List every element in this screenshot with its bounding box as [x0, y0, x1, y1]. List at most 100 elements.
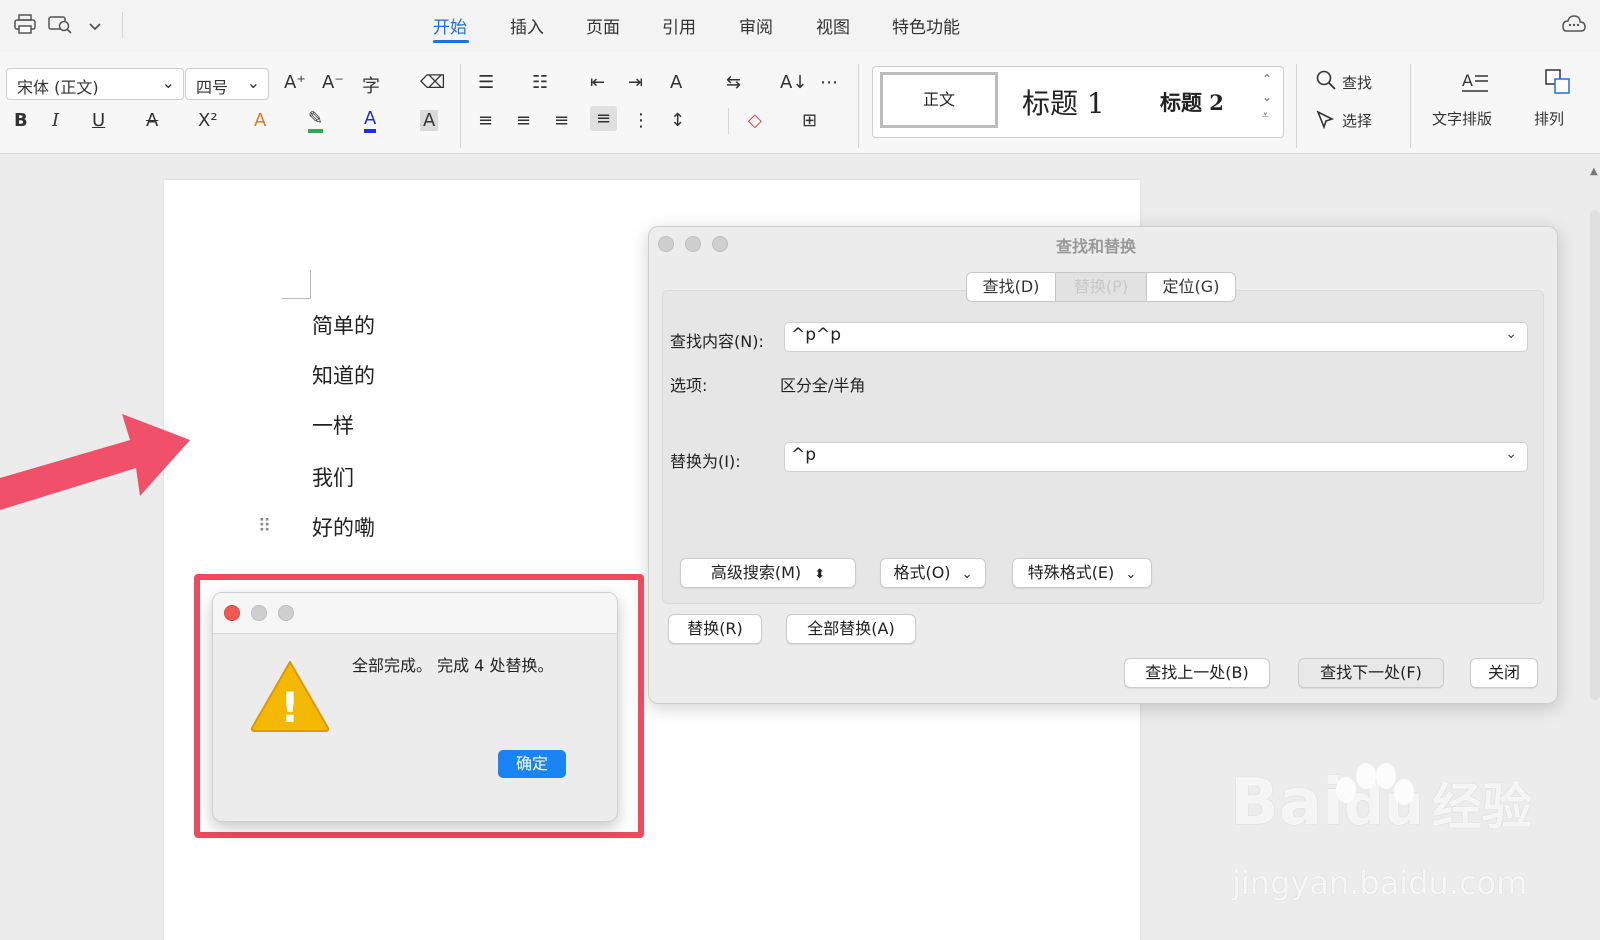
arrange-label[interactable]: 排列: [1534, 108, 1564, 129]
text-layout-label[interactable]: 文字排版: [1432, 108, 1492, 129]
chevron-down-icon[interactable]: ⌄: [1505, 446, 1517, 462]
tab-find[interactable]: 查找(D): [966, 272, 1056, 302]
drag-handle-icon[interactable]: ⠿: [258, 516, 271, 537]
clear-format-icon[interactable]: ⌫: [420, 72, 445, 93]
replace-button[interactable]: 替换(R): [668, 614, 762, 644]
find-what-input[interactable]: ^p^p ⌄: [784, 322, 1528, 352]
print-preview-icon[interactable]: [48, 14, 74, 39]
tab-view[interactable]: 视图: [816, 13, 850, 38]
shading-icon[interactable]: ◇: [748, 110, 762, 131]
divider: [1410, 64, 1411, 148]
print-icon[interactable]: [14, 14, 36, 39]
char-shading-icon[interactable]: A: [420, 110, 439, 131]
find-previous-button[interactable]: 查找上一处(B): [1124, 658, 1270, 688]
tab-insert[interactable]: 插入: [510, 13, 544, 38]
tab-page[interactable]: 页面: [586, 13, 620, 38]
distributed-icon[interactable]: ⋯: [820, 72, 838, 93]
sort-icon[interactable]: A↓: [780, 72, 807, 93]
select-icon[interactable]: [1316, 110, 1336, 134]
text-layout-icon[interactable]: A: [1460, 70, 1490, 100]
font-color-icon[interactable]: A: [364, 108, 377, 133]
pointer-arrow-icon: [0, 414, 190, 510]
svg-text:A: A: [1462, 71, 1473, 90]
window-zoom-button[interactable]: [712, 236, 728, 252]
document-line[interactable]: 好的嘞: [312, 512, 375, 542]
font-name-select[interactable]: 宋体 (正文) ⌄: [6, 68, 184, 100]
borders-icon[interactable]: ⊞: [802, 110, 817, 131]
warning-mark: !: [280, 683, 299, 732]
window-close-button[interactable]: [224, 605, 240, 621]
find-what-value: ^p^p: [791, 325, 842, 345]
phonetic-guide-icon[interactable]: 字: [362, 72, 380, 98]
window-close-button[interactable]: [658, 236, 674, 252]
document-line[interactable]: 一样: [312, 410, 354, 440]
scroll-up-icon[interactable]: ▲: [1590, 166, 1598, 177]
underline-icon[interactable]: U: [92, 110, 105, 131]
chevron-down-icon[interactable]: [88, 16, 102, 37]
chevron-down-icon: ⌄: [961, 567, 973, 582]
text-direction-icon[interactable]: A: [670, 72, 682, 93]
window-minimize-button: [251, 605, 267, 621]
italic-icon[interactable]: I: [52, 110, 59, 131]
text-effect-icon[interactable]: A: [254, 110, 266, 131]
distribute-paragraph-icon[interactable]: ⋮: [632, 110, 650, 131]
grow-font-icon[interactable]: A⁺: [284, 72, 306, 93]
advanced-search-button[interactable]: 高级搜索(M) ⬍: [680, 558, 856, 588]
justify-icon[interactable]: ≡: [590, 106, 618, 131]
font-size-select[interactable]: 四号 ⌄: [185, 68, 269, 100]
window-zoom-button: [278, 605, 294, 621]
find-next-button[interactable]: 查找下一处(F): [1298, 658, 1444, 688]
swap-icon[interactable]: ⇆: [726, 72, 741, 93]
find-label[interactable]: 查找: [1342, 72, 1372, 93]
style-heading1[interactable]: 标题 1: [1022, 82, 1105, 122]
chevron-down-icon[interactable]: ⌄: [1505, 326, 1517, 342]
replace-with-value: ^p: [791, 445, 817, 465]
tab-review[interactable]: 审阅: [739, 13, 773, 38]
chevron-down-icon: ⌄: [1125, 567, 1137, 582]
align-center-icon[interactable]: ≡: [516, 110, 531, 131]
find-icon[interactable]: [1316, 70, 1336, 94]
arrange-icon[interactable]: [1544, 68, 1572, 100]
divider: [122, 12, 123, 38]
advanced-search-label: 高级搜索(M): [710, 563, 802, 582]
bold-icon[interactable]: B: [14, 110, 28, 131]
line-spacing-icon[interactable]: ↕: [670, 110, 685, 131]
document-line[interactable]: 简单的: [312, 310, 375, 340]
tab-home[interactable]: 开始: [433, 13, 467, 38]
tab-references[interactable]: 引用: [662, 13, 696, 38]
replace-all-button[interactable]: 全部替换(A): [786, 614, 916, 644]
style-heading2[interactable]: 标题 2: [1160, 87, 1224, 117]
superscript-icon[interactable]: X²: [198, 110, 218, 131]
vertical-scrollbar[interactable]: [1590, 210, 1600, 700]
menu-bar: 开始 插入 页面 引用 审阅 视图 特色功能: [0, 0, 1600, 53]
numbered-list-icon[interactable]: ☷: [532, 72, 548, 93]
format-button[interactable]: 格式(O) ⌄: [880, 558, 986, 588]
bullet-list-icon[interactable]: ☰: [478, 72, 494, 93]
style-normal[interactable]: 正文: [880, 72, 998, 128]
style-scroll-arrows[interactable]: ⌃ ⌄ ⩡: [1262, 70, 1272, 124]
window-minimize-button[interactable]: [685, 236, 701, 252]
tab-goto[interactable]: 定位(G): [1146, 272, 1236, 302]
highlight-color-icon[interactable]: ✎: [308, 108, 324, 133]
increase-indent-icon[interactable]: ⇥: [628, 72, 643, 93]
document-line[interactable]: 我们: [312, 462, 354, 492]
chevron-down-icon: ⌄: [246, 73, 260, 92]
decrease-indent-icon[interactable]: ⇤: [590, 72, 605, 93]
align-left-icon[interactable]: ≡: [478, 110, 493, 131]
select-label[interactable]: 选择: [1342, 110, 1372, 131]
ok-button[interactable]: 确定: [498, 750, 566, 778]
watermark-url: jingyan.baidu.com: [1232, 864, 1528, 902]
shrink-font-icon[interactable]: A⁻: [322, 72, 344, 93]
special-format-button[interactable]: 特殊格式(E) ⌄: [1012, 558, 1152, 588]
strikethrough-icon[interactable]: A: [146, 110, 158, 131]
document-line[interactable]: 知道的: [312, 360, 375, 390]
replace-with-input[interactable]: ^p ⌄: [784, 442, 1528, 472]
font-size-value: 四号: [196, 78, 229, 97]
tab-replace[interactable]: 替换(P): [1055, 272, 1147, 302]
font-name-value: 宋体 (正文): [17, 78, 99, 97]
tab-features[interactable]: 特色功能: [892, 13, 960, 38]
find-what-label: 查找内容(N):: [670, 332, 764, 351]
cloud-chat-icon[interactable]: [1562, 14, 1586, 40]
align-right-icon[interactable]: ≡: [554, 110, 569, 131]
close-button[interactable]: 关闭: [1470, 658, 1538, 688]
